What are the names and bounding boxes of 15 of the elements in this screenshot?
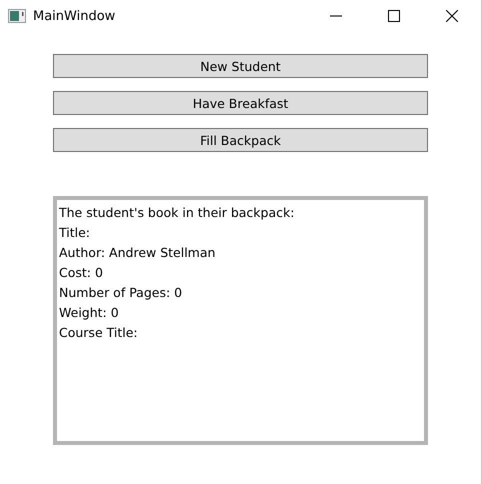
maximize-icon <box>388 10 400 22</box>
app-icon <box>8 9 26 23</box>
output-line: Number of Pages: 0 <box>59 284 184 302</box>
output-line: Weight: 0 <box>59 304 120 322</box>
close-icon <box>446 10 458 22</box>
output-line: Author: Andrew Stellman <box>59 244 216 262</box>
output-line: Cost: 0 <box>59 264 104 282</box>
output-line: Title: <box>59 224 91 242</box>
action-button[interactable]: New Student <box>53 54 428 78</box>
action-button[interactable]: Have Breakfast <box>53 91 428 115</box>
output-line: Course Title: <box>59 324 139 342</box>
action-button[interactable]: Fill Backpack <box>53 128 428 152</box>
output-line: The student's book in their backpack: <box>59 204 296 222</box>
window-title: MainWindow <box>33 8 116 24</box>
output-text-box[interactable]: The student's book in their backpack: Title: Author: Andrew Stellman Cost: 0 Number of Pages: 0 Weight: 0 Course Title: <box>53 196 428 445</box>
